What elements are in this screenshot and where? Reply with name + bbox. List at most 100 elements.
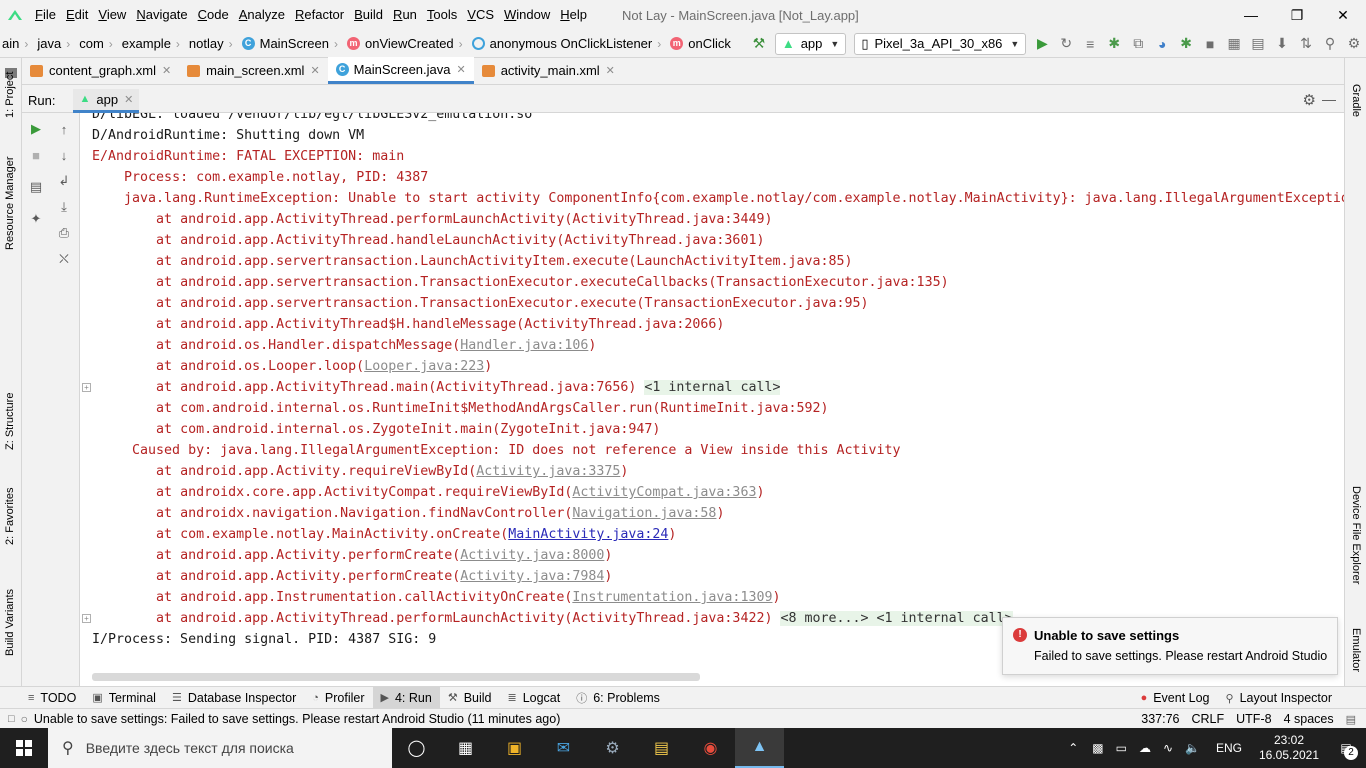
search-icon[interactable]: ⚲	[1318, 31, 1342, 57]
structure-tool-button[interactable]: Z: Structure	[4, 393, 16, 450]
menu-view[interactable]: View	[93, 0, 131, 30]
bottom-tool-todo[interactable]: ≡ TODO	[20, 687, 84, 709]
menu-code[interactable]: Code	[193, 0, 234, 30]
menu-refactor[interactable]: Refactor	[290, 0, 349, 30]
tab-content-graph[interactable]: content_graph.xml ✕	[22, 57, 179, 84]
sdk-manager-icon[interactable]: ⬇	[1270, 31, 1294, 57]
store-icon[interactable]: ▣	[490, 728, 539, 768]
breadcrumb-item[interactable]: com ›	[77, 36, 120, 51]
device-icon[interactable]: ▩	[1092, 741, 1103, 755]
folded-frames[interactable]: <1 internal call>	[644, 380, 781, 395]
hammer-icon[interactable]: ⚒	[747, 31, 771, 57]
minimize-button[interactable]: —	[1228, 0, 1274, 30]
bottom-tool-6-problems[interactable]: ⓘ 6: Problems	[568, 687, 668, 709]
folded-frames[interactable]: <8 more...> <1 internal call>	[780, 611, 1013, 626]
run-icon[interactable]: ▶	[1030, 31, 1054, 57]
network-icon[interactable]: ▭	[1116, 741, 1127, 755]
breadcrumb-item[interactable]: m onClick	[668, 36, 733, 51]
horizontal-scrollbar[interactable]	[92, 673, 700, 681]
maximize-button[interactable]: ❐	[1274, 0, 1320, 30]
pin-tab-icon[interactable]: ✦	[26, 209, 46, 229]
file-explorer-icon[interactable]: ▤	[637, 728, 686, 768]
volume-icon[interactable]: 🔈	[1185, 741, 1200, 755]
steam-icon[interactable]: ⚙	[588, 728, 637, 768]
profile-icon[interactable]: ◕	[1150, 31, 1174, 57]
menu-build[interactable]: Build	[349, 0, 388, 30]
language-indicator[interactable]: ENG	[1216, 741, 1242, 755]
scroll-up-icon[interactable]: ↑	[54, 119, 74, 139]
source-link[interactable]: Activity.java:7984	[460, 569, 604, 584]
device-file-explorer-tool-button[interactable]: Device File Explorer	[1350, 486, 1362, 584]
source-link[interactable]: Navigation.java:58	[572, 506, 716, 521]
event-log-button[interactable]: ● Event Log	[1133, 687, 1218, 709]
source-link[interactable]: Instrumentation.java:1309	[572, 590, 772, 605]
source-link[interactable]: ActivityCompat.java:363	[572, 485, 756, 500]
run-tab-app[interactable]: ▲ app ✕	[73, 88, 140, 113]
menu-window[interactable]: Window	[499, 0, 555, 30]
tab-main-screen-java[interactable]: C MainScreen.java ✕	[327, 57, 474, 84]
show-hidden-icons-icon[interactable]: ⌃	[1068, 741, 1078, 755]
run-console[interactable]: D/libEGL: loaded /vendor/lib/egl/libGLES…	[80, 113, 1344, 686]
breadcrumb-item[interactable]: C MainScreen ›	[240, 36, 345, 51]
cortana-icon[interactable]: ◯	[392, 728, 441, 768]
bottom-tool-4-run[interactable]: ▶ 4: Run	[372, 686, 440, 709]
avd-manager-icon[interactable]: ▤	[1246, 31, 1270, 57]
bottom-tool-profiler[interactable]: ◔ Profiler	[304, 687, 372, 709]
breadcrumb-item[interactable]: m onViewCreated ›	[345, 36, 470, 51]
menu-vcs[interactable]: VCS	[462, 0, 499, 30]
breadcrumb-item[interactable]: ain ›	[0, 36, 35, 51]
tab-activity-main[interactable]: activity_main.xml ✕	[474, 57, 623, 84]
scroll-down-icon[interactable]: ↓	[54, 145, 74, 165]
close-tab-icon[interactable]: ✕	[310, 64, 319, 77]
emulator-tool-button[interactable]: Emulator	[1350, 628, 1362, 672]
action-center-button[interactable]: ▤ 2	[1326, 728, 1366, 768]
stop-icon[interactable]: ■	[26, 145, 46, 165]
status-toggle-icon[interactable]: □	[8, 713, 15, 725]
start-button[interactable]	[0, 728, 48, 768]
rerun-icon[interactable]: ▶	[26, 119, 46, 139]
taskbar-search[interactable]: ⚲ Введите здесь текст для поиска	[48, 728, 392, 768]
status-message[interactable]: Unable to save settings: Failed to save …	[34, 712, 560, 726]
rerun-icon[interactable]: ↻	[1054, 31, 1078, 57]
notification-popup[interactable]: ! Unable to save settings Failed to save…	[1002, 617, 1338, 675]
line-separator[interactable]: CRLF	[1191, 712, 1224, 726]
project-structure-icon[interactable]: ▦	[1222, 31, 1246, 57]
breadcrumb-item[interactable]: notlay ›	[187, 36, 240, 51]
menu-file[interactable]: File	[30, 0, 61, 30]
chrome-icon[interactable]: ◉	[686, 728, 735, 768]
indent-setting[interactable]: 4 spaces	[1284, 712, 1334, 726]
resource-manager-tool-button[interactable]: Resource Manager	[4, 156, 16, 250]
menu-tools[interactable]: Tools	[422, 0, 462, 30]
bottom-tool-logcat[interactable]: ≣ Logcat	[499, 687, 568, 709]
clock[interactable]: 23:02 16.05.2021	[1252, 733, 1326, 763]
apply-changes-icon[interactable]: ≡	[1078, 31, 1102, 57]
fold-toggle-icon[interactable]: +	[82, 383, 91, 392]
breadcrumb-item[interactable]: example ›	[120, 36, 187, 51]
settings-icon[interactable]: ⚙	[1342, 31, 1366, 57]
close-tab-icon[interactable]: ✕	[606, 64, 615, 77]
menu-help[interactable]: Help	[555, 0, 592, 30]
run-config-select[interactable]: ▲ app ▼	[774, 32, 847, 55]
device-select[interactable]: ▯ Pixel_3a_API_30_x86 ▼	[854, 32, 1027, 55]
fold-toggle-icon[interactable]: +	[82, 614, 91, 623]
hide-panel-icon[interactable]: —	[1322, 91, 1336, 107]
close-window-button[interactable]: ✕	[1320, 0, 1366, 30]
breadcrumb-item[interactable]: java ›	[35, 36, 77, 51]
lock-icon[interactable]: ▤	[1346, 713, 1356, 726]
bottom-tool-terminal[interactable]: ▣ Terminal	[84, 687, 164, 709]
print-icon[interactable]: ⎙	[54, 223, 74, 243]
attach-debugger-icon[interactable]: ⧉	[1126, 31, 1150, 57]
scroll-to-end-icon[interactable]: ⤓	[54, 197, 74, 217]
soft-wrap-icon[interactable]: ↲	[54, 171, 74, 191]
caret-position[interactable]: 337:76	[1141, 712, 1179, 726]
build-variants-tool-button[interactable]: Build Variants	[4, 589, 16, 656]
wifi-icon[interactable]: ∿	[1163, 741, 1173, 755]
cloud-icon[interactable]: ☁	[1139, 741, 1151, 755]
gradle-tool-button[interactable]: Gradle	[1350, 84, 1362, 117]
attach-icon[interactable]: ✱	[1174, 31, 1198, 57]
restore-layout-icon[interactable]: ▤	[26, 177, 46, 197]
settings-icon[interactable]: ⚙	[1303, 91, 1316, 109]
close-tab-icon[interactable]: ✕	[162, 64, 171, 77]
menu-analyze[interactable]: Analyze	[234, 0, 290, 30]
clear-all-icon[interactable]: ⛌	[54, 249, 74, 269]
